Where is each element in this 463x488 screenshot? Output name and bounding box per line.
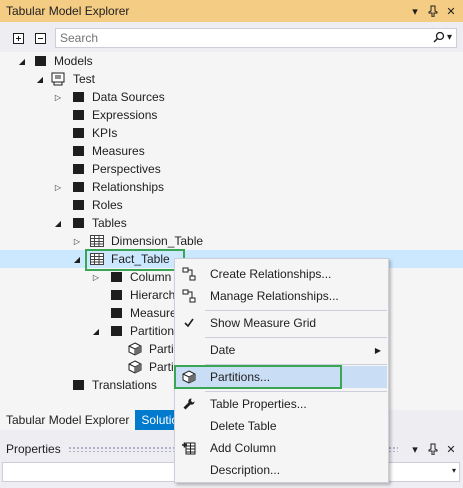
close-icon[interactable]: ✕ — [443, 441, 459, 457]
dropdown-icon[interactable]: ▾ — [407, 3, 423, 19]
menu-item-partitions[interactable]: Partitions... — [176, 366, 387, 388]
folder-icon — [70, 197, 86, 213]
table-icon — [89, 251, 105, 267]
expand-arrow-icon[interactable]: ▷ — [53, 182, 63, 192]
collapse-arrow-icon[interactable]: ◢ — [53, 218, 63, 228]
collapse-arrow-icon[interactable]: ◢ — [35, 74, 45, 84]
tree-node-roles[interactable]: Roles — [0, 196, 463, 214]
cube-icon — [181, 369, 197, 385]
relationship-icon — [181, 266, 197, 282]
folder-icon — [70, 377, 86, 393]
folder-icon — [70, 89, 86, 105]
tree-node-kpis[interactable]: KPIs — [0, 124, 463, 142]
menu-item-create-relationships[interactable]: Create Relationships... — [176, 263, 387, 285]
folder-icon — [70, 143, 86, 159]
folder-icon — [108, 287, 124, 303]
tree-node-perspectives[interactable]: Perspectives — [0, 160, 463, 178]
expand-arrow-icon[interactable]: ▷ — [53, 92, 63, 102]
tree-node-data-sources[interactable]: ▷ Data Sources — [0, 88, 463, 106]
menu-item-show-measure-grid[interactable]: Show Measure Grid — [176, 312, 387, 334]
tree-node-relationships[interactable]: ▷ Relationships — [0, 178, 463, 196]
chevron-down-icon[interactable]: ▾ — [452, 466, 456, 475]
context-menu: Create Relationships... Manage Relations… — [174, 258, 389, 483]
folder-icon — [108, 305, 124, 321]
pin-icon[interactable] — [425, 3, 441, 19]
table-icon — [89, 233, 105, 249]
folder-icon — [108, 269, 124, 285]
pin-icon[interactable] — [425, 441, 441, 457]
tree-node-test[interactable]: ◢ Test — [0, 70, 463, 88]
menu-separator — [205, 391, 387, 392]
search-controls[interactable]: ▾ — [433, 31, 452, 43]
search-dropdown-icon[interactable]: ▾ — [447, 32, 452, 43]
close-icon[interactable]: ✕ — [443, 3, 459, 19]
menu-separator — [205, 337, 387, 338]
folder-icon — [70, 107, 86, 123]
folder-icon — [108, 323, 124, 339]
folder-icon — [70, 215, 86, 231]
expand-arrow-icon[interactable]: ▷ — [91, 272, 101, 282]
collapse-arrow-icon[interactable]: ◢ — [72, 254, 82, 264]
tree-node-models[interactable]: ◢ Models — [0, 52, 463, 70]
menu-separator — [205, 310, 387, 311]
menu-item-add-column[interactable]: Add Column — [176, 437, 387, 459]
collapse-all-icon[interactable] — [33, 31, 47, 45]
menu-item-date[interactable]: Date ▶ — [176, 339, 387, 361]
menu-item-manage-relationships[interactable]: Manage Relationships... — [176, 285, 387, 307]
relationship-icon — [181, 288, 197, 304]
search-icon[interactable] — [433, 31, 445, 43]
panel-title-bar: Tabular Model Explorer ▾ ✕ — [0, 0, 463, 22]
dropdown-icon[interactable]: ▾ — [407, 441, 423, 457]
add-column-icon — [181, 440, 197, 456]
panel-title-buttons: ▾ ✕ — [407, 3, 459, 19]
menu-item-table-properties[interactable]: Table Properties... — [176, 393, 387, 415]
folder-icon — [32, 53, 48, 69]
tree-node-dimension-table[interactable]: ▷ Dimension_Table — [0, 232, 463, 250]
checkmark-icon — [181, 315, 197, 331]
menu-separator — [205, 364, 387, 365]
cube-icon — [127, 341, 143, 357]
tree-node-tables[interactable]: ◢ Tables — [0, 214, 463, 232]
panel-title: Tabular Model Explorer — [6, 4, 130, 18]
menu-item-description[interactable]: Description... — [176, 459, 387, 481]
tab-tabular-model-explorer[interactable]: Tabular Model Explorer — [0, 410, 136, 430]
search-box[interactable]: ▾ — [55, 28, 457, 48]
properties-title: Properties — [6, 442, 61, 456]
tree-node-measures[interactable]: Measures — [0, 142, 463, 160]
explorer-toolbar: ▾ — [0, 27, 463, 49]
menu-item-delete-table[interactable]: Delete Table — [176, 415, 387, 437]
wrench-icon — [181, 396, 197, 412]
expand-all-icon[interactable] — [11, 31, 25, 45]
model-icon — [50, 71, 66, 87]
collapse-arrow-icon[interactable]: ◢ — [91, 326, 101, 336]
expand-arrow-icon[interactable]: ▷ — [72, 236, 82, 246]
collapse-arrow-icon[interactable]: ◢ — [17, 56, 27, 66]
search-input[interactable] — [56, 29, 426, 47]
properties-title-buttons: ▾ ✕ — [407, 441, 459, 457]
tree-node-expressions[interactable]: Expressions — [0, 106, 463, 124]
folder-icon — [70, 125, 86, 141]
folder-icon — [70, 179, 86, 195]
cube-icon — [127, 359, 143, 375]
folder-icon — [70, 161, 86, 177]
submenu-arrow-icon: ▶ — [374, 345, 381, 355]
